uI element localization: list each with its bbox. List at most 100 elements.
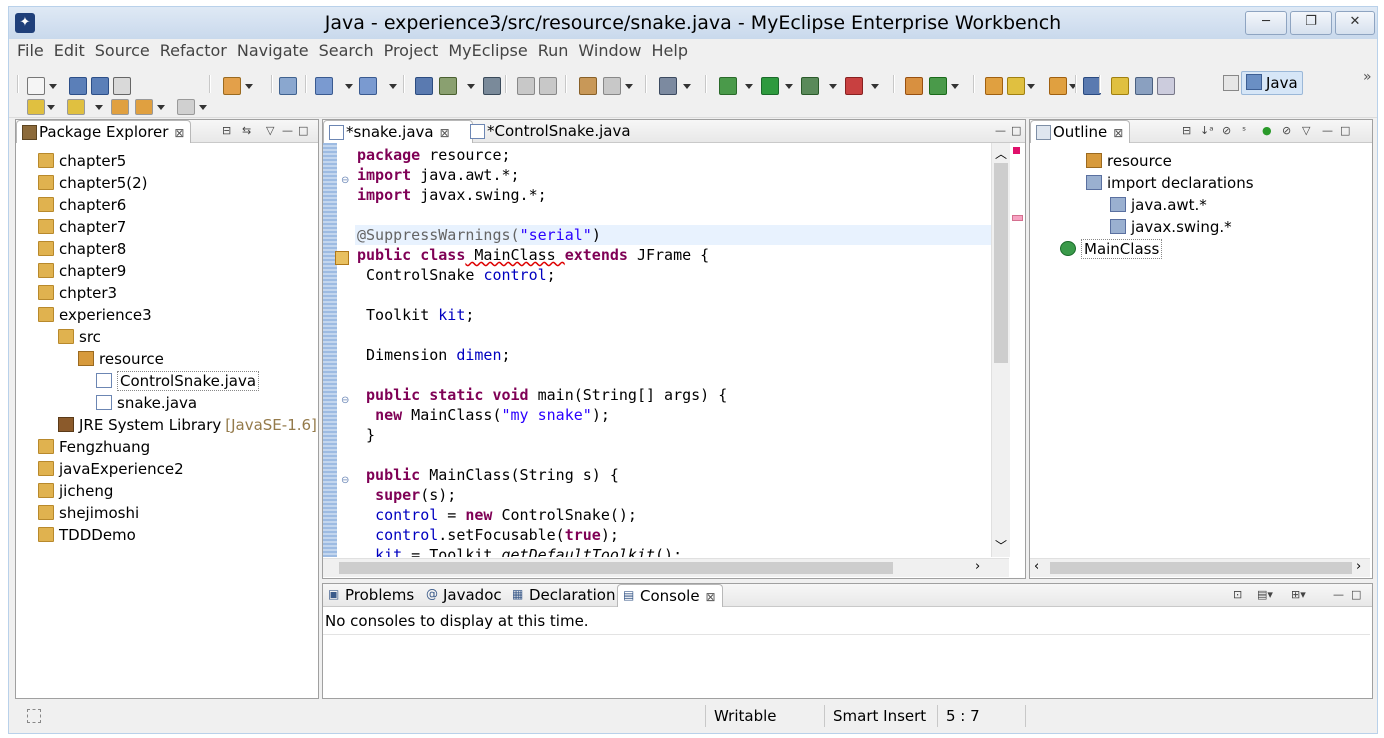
forward-left-icon[interactable]	[135, 99, 153, 115]
browse-icon[interactable]	[539, 77, 557, 95]
close-icon[interactable]: ⊠	[1113, 126, 1123, 140]
tree-item-controlsnake-java[interactable]: ControlSnake.java	[96, 370, 260, 392]
fold-toggle-icon[interactable]: ⊖	[341, 175, 349, 186]
tab-controlsnake-java[interactable]: *ControlSnake.java	[465, 120, 637, 142]
dropdown-arrow-icon[interactable]	[199, 105, 207, 110]
outline-item-javax-swing[interactable]: javax.swing.*	[1110, 216, 1232, 238]
link-with-editor-icon[interactable]: ⇆	[242, 124, 251, 137]
dropdown-arrow-icon[interactable]	[951, 84, 959, 89]
mark-occurrences-icon[interactable]	[1111, 77, 1129, 95]
toolbar-overflow-chevron[interactable]: »	[1363, 69, 1372, 85]
hide-static-icon[interactable]: ˢ	[1242, 124, 1246, 137]
tab-problems[interactable]: ▣ Problems	[323, 584, 420, 606]
fold-toggle-icon[interactable]: ⊖	[341, 475, 349, 486]
minimize-view-icon[interactable]: —	[1333, 588, 1344, 601]
tree-item-jicheng[interactable]: jicheng	[38, 480, 113, 502]
pilcrow-icon[interactable]	[1157, 77, 1175, 95]
view-menu-chevron-icon[interactable]: ▽	[266, 124, 274, 137]
java-perspective-button[interactable]: Java	[1241, 71, 1303, 95]
close-icon[interactable]: ⊠	[174, 126, 184, 140]
editor-horizontal-scrollbar[interactable]: ›	[323, 558, 1009, 577]
tab-package-explorer[interactable]: Package Explorer ⊠	[16, 120, 192, 143]
maximize-view-icon[interactable]: □	[1351, 588, 1361, 601]
minimize-view-icon[interactable]: —	[282, 124, 293, 137]
outline-item-java-awt[interactable]: java.awt.*	[1110, 194, 1207, 216]
search-icon[interactable]	[517, 77, 535, 95]
run-config-icon[interactable]	[801, 77, 819, 95]
dropdown-arrow-icon[interactable]	[467, 84, 475, 89]
dropdown-arrow-icon[interactable]	[389, 84, 397, 89]
error-indicator-icon[interactable]	[1013, 147, 1020, 154]
menu-search[interactable]: Search	[314, 39, 379, 63]
tree-item-snake-java[interactable]: snake.java	[96, 392, 197, 414]
hide-local-types-icon[interactable]: ⊘	[1282, 124, 1291, 137]
maximize-view-icon[interactable]: □	[1340, 124, 1350, 137]
outline-item-import-declarations[interactable]: import declarations	[1086, 172, 1254, 194]
menu-file[interactable]: File	[9, 39, 49, 63]
tree-item-jre-system-library[interactable]: JRE System Library [JavaSE-1.6]	[58, 414, 317, 436]
code-area[interactable]: package resource; import java.awt.*; impor…	[355, 143, 991, 557]
new-class-icon[interactable]	[929, 77, 947, 95]
overview-marker[interactable]	[1012, 215, 1023, 221]
server-icon[interactable]	[279, 77, 297, 95]
dropdown-arrow-icon[interactable]	[1027, 84, 1035, 89]
minimize-view-icon[interactable]: —	[1322, 124, 1333, 137]
save-all-icon[interactable]	[91, 77, 109, 95]
tab-snake-java[interactable]: *snake.java ⊠	[323, 120, 473, 143]
new-server-icon[interactable]	[223, 77, 241, 95]
menu-help[interactable]: Help	[647, 39, 693, 63]
sync-icon[interactable]	[603, 77, 621, 95]
tree-item-resource[interactable]: resource	[78, 348, 164, 370]
next-annotation-icon[interactable]	[1007, 77, 1025, 95]
close-icon[interactable]: ⊠	[706, 590, 716, 604]
dropdown-arrow-icon[interactable]	[95, 105, 103, 110]
dropdown-arrow-icon[interactable]	[785, 84, 793, 89]
minimize-view-icon[interactable]: —	[995, 124, 1006, 137]
dropdown-arrow-icon[interactable]	[829, 84, 837, 89]
open-console-icon[interactable]: ⊞▾	[1291, 588, 1306, 601]
display-console-icon[interactable]: ▤▾	[1257, 588, 1273, 601]
dropdown-arrow-icon[interactable]	[49, 84, 57, 89]
tree-item-chapter7[interactable]: chapter7	[38, 216, 126, 238]
hide-fields-icon[interactable]: ⊘	[1222, 124, 1231, 137]
open-type-icon[interactable]	[439, 77, 457, 95]
new-package-icon[interactable]	[905, 77, 923, 95]
external-tools-icon[interactable]	[845, 77, 863, 95]
menu-run[interactable]: Run	[533, 39, 574, 63]
tree-item-javaexperience2[interactable]: javaExperience2	[38, 458, 184, 480]
tree-item-tdddemo[interactable]: TDDDemo	[38, 524, 136, 546]
menu-source[interactable]: Source	[90, 39, 155, 63]
globe-icon[interactable]	[483, 77, 501, 95]
open-task-icon[interactable]	[1049, 77, 1067, 95]
new-icon[interactable]	[27, 77, 45, 95]
deploy-icon[interactable]	[315, 77, 333, 95]
scroll-up-icon[interactable]: ︿	[995, 145, 1007, 162]
new-project-icon[interactable]	[579, 77, 597, 95]
dropdown-arrow-icon[interactable]	[683, 84, 691, 89]
tree-item-chapter5-2-[interactable]: chapter5(2)	[38, 172, 148, 194]
maximize-view-icon[interactable]: □	[298, 124, 308, 137]
dropdown-arrow-icon[interactable]	[345, 84, 353, 89]
tab-console[interactable]: ▤ Console ⊠	[617, 584, 723, 607]
tab-javadoc[interactable]: @ Javadoc	[421, 584, 508, 606]
forward-icon[interactable]	[177, 99, 195, 115]
maximize-view-icon[interactable]: □	[1011, 124, 1021, 137]
tree-item-src[interactable]: src	[58, 326, 101, 348]
close-icon[interactable]: ⊠	[440, 126, 450, 140]
dropdown-arrow-icon[interactable]	[245, 84, 253, 89]
tree-item-shejimoshi[interactable]: shejimoshi	[38, 502, 139, 524]
maximize-button[interactable]: ❐	[1290, 11, 1332, 35]
tree-item-fengzhuang[interactable]: Fengzhuang	[38, 436, 150, 458]
menu-navigate[interactable]: Navigate	[232, 39, 314, 63]
menu-project[interactable]: Project	[379, 39, 444, 63]
dropdown-arrow-icon[interactable]	[871, 84, 879, 89]
collapse-all-icon[interactable]: ⊟	[1182, 124, 1191, 137]
manage-icon[interactable]	[359, 77, 377, 95]
tree-item-chpter3[interactable]: chpter3	[38, 282, 117, 304]
dropdown-arrow-icon[interactable]	[745, 84, 753, 89]
scroll-thumb[interactable]	[339, 562, 893, 574]
menu-edit[interactable]: Edit	[49, 39, 90, 63]
fold-toggle-icon[interactable]: ⊖	[341, 395, 349, 406]
save-icon[interactable]	[69, 77, 87, 95]
prev-edit-icon[interactable]	[67, 99, 85, 115]
